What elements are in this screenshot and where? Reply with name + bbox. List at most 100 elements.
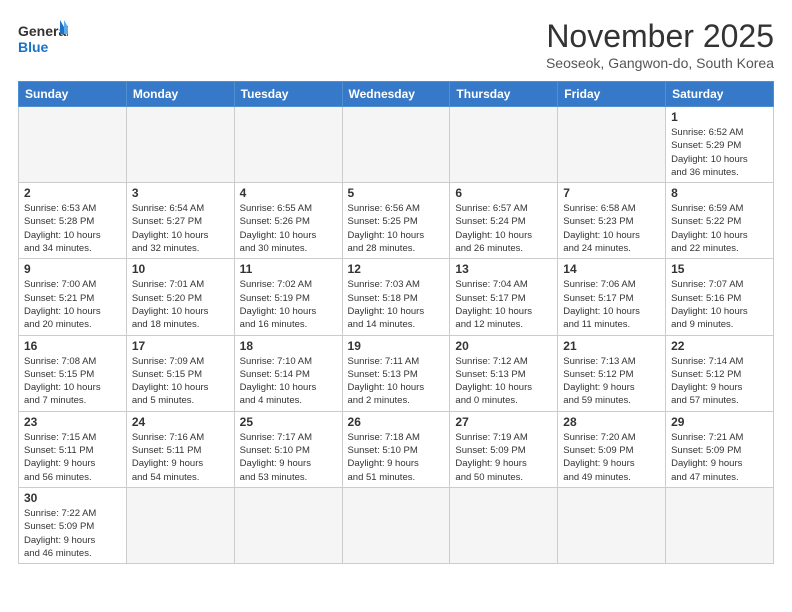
calendar-cell: 18Sunrise: 7:10 AM Sunset: 5:14 PM Dayli… bbox=[234, 335, 342, 411]
day-info: Sunrise: 6:52 AM Sunset: 5:29 PM Dayligh… bbox=[671, 126, 768, 179]
header: General Blue November 2025 Seoseok, Gang… bbox=[18, 18, 774, 71]
calendar-cell: 26 Sunrise: 7:18 AM Sunset: 5:10 PM Dayli… bbox=[342, 411, 450, 487]
calendar-cell: 30Sunrise: 7:22 AM Sunset: 5:09 PM Dayli… bbox=[19, 487, 127, 563]
calendar-header-monday: Monday bbox=[126, 82, 234, 107]
svg-text:Blue: Blue bbox=[18, 39, 49, 55]
logo-svg: General Blue bbox=[18, 18, 68, 60]
day-info: Sunrise: 6:59 AM Sunset: 5:22 PM Dayligh… bbox=[671, 202, 768, 255]
calendar-cell: 15 Sunrise: 7:07 AM Sunset: 5:16 PM Dayli… bbox=[666, 259, 774, 335]
calendar-cell bbox=[126, 487, 234, 563]
day-info: Sunrise: 7:07 AM Sunset: 5:16 PM Dayligh… bbox=[671, 278, 768, 331]
calendar-cell: 17Sunrise: 7:09 AM Sunset: 5:15 PM Dayli… bbox=[126, 335, 234, 411]
calendar-cell: 16Sunrise: 7:08 AM Sunset: 5:15 PM Dayli… bbox=[19, 335, 127, 411]
day-info: Sunrise: 7:08 AM Sunset: 5:15 PM Dayligh… bbox=[24, 355, 121, 408]
calendar-cell bbox=[126, 107, 234, 183]
calendar-cell: 10 Sunrise: 7:01 AM Sunset: 5:20 PM Dayli… bbox=[126, 259, 234, 335]
day-info: Sunrise: 6:54 AM Sunset: 5:27 PM Dayligh… bbox=[132, 202, 229, 255]
day-info: Sunrise: 7:16 AM Sunset: 5:11 PM Dayligh… bbox=[132, 431, 229, 484]
week-row-2: 2 Sunrise: 6:53 AM Sunset: 5:28 PM Daylig… bbox=[19, 183, 774, 259]
day-info: Sunrise: 7:13 AM Sunset: 5:12 PM Dayligh… bbox=[563, 355, 660, 408]
title-area: November 2025 Seoseok, Gangwon-do, South… bbox=[546, 18, 774, 71]
calendar-header-tuesday: Tuesday bbox=[234, 82, 342, 107]
day-info: Sunrise: 7:19 AM Sunset: 5:09 PM Dayligh… bbox=[455, 431, 552, 484]
calendar-cell: 4Sunrise: 6:55 AM Sunset: 5:26 PM Daylig… bbox=[234, 183, 342, 259]
logo: General Blue bbox=[18, 18, 68, 60]
day-number: 1 bbox=[671, 110, 768, 124]
calendar-cell: 6 Sunrise: 6:57 AM Sunset: 5:24 PM Daylig… bbox=[450, 183, 558, 259]
location: Seoseok, Gangwon-do, South Korea bbox=[546, 55, 774, 71]
day-number: 10 bbox=[132, 262, 229, 276]
day-info: Sunrise: 7:12 AM Sunset: 5:13 PM Dayligh… bbox=[455, 355, 552, 408]
calendar-cell: 29 Sunrise: 7:21 AM Sunset: 5:09 PM Dayli… bbox=[666, 411, 774, 487]
day-number: 14 bbox=[563, 262, 660, 276]
day-info: Sunrise: 7:21 AM Sunset: 5:09 PM Dayligh… bbox=[671, 431, 768, 484]
calendar-cell: 7Sunrise: 6:58 AM Sunset: 5:23 PM Daylig… bbox=[558, 183, 666, 259]
day-number: 15 bbox=[671, 262, 768, 276]
calendar-header-thursday: Thursday bbox=[450, 82, 558, 107]
calendar-header-row: SundayMondayTuesdayWednesdayThursdayFrid… bbox=[19, 82, 774, 107]
day-number: 29 bbox=[671, 415, 768, 429]
calendar-cell: 8 Sunrise: 6:59 AM Sunset: 5:22 PM Daylig… bbox=[666, 183, 774, 259]
calendar-cell: 9Sunrise: 7:00 AM Sunset: 5:21 PM Daylig… bbox=[19, 259, 127, 335]
week-row-4: 16Sunrise: 7:08 AM Sunset: 5:15 PM Dayli… bbox=[19, 335, 774, 411]
calendar-cell: 27 Sunrise: 7:19 AM Sunset: 5:09 PM Dayli… bbox=[450, 411, 558, 487]
calendar-header-saturday: Saturday bbox=[666, 82, 774, 107]
day-info: Sunrise: 7:18 AM Sunset: 5:10 PM Dayligh… bbox=[348, 431, 445, 484]
calendar-cell: 20Sunrise: 7:12 AM Sunset: 5:13 PM Dayli… bbox=[450, 335, 558, 411]
week-row-5: 23Sunrise: 7:15 AM Sunset: 5:11 PM Dayli… bbox=[19, 411, 774, 487]
calendar-cell bbox=[234, 487, 342, 563]
month-title: November 2025 bbox=[546, 18, 774, 55]
calendar-table: SundayMondayTuesdayWednesdayThursdayFrid… bbox=[18, 81, 774, 564]
calendar-cell bbox=[342, 107, 450, 183]
calendar-header-sunday: Sunday bbox=[19, 82, 127, 107]
calendar-cell bbox=[558, 487, 666, 563]
calendar-cell bbox=[666, 487, 774, 563]
calendar-cell: 25Sunrise: 7:17 AM Sunset: 5:10 PM Dayli… bbox=[234, 411, 342, 487]
day-number: 19 bbox=[348, 339, 445, 353]
calendar-cell: 19Sunrise: 7:11 AM Sunset: 5:13 PM Dayli… bbox=[342, 335, 450, 411]
calendar-cell bbox=[342, 487, 450, 563]
day-number: 13 bbox=[455, 262, 552, 276]
calendar-header-wednesday: Wednesday bbox=[342, 82, 450, 107]
day-info: Sunrise: 6:58 AM Sunset: 5:23 PM Dayligh… bbox=[563, 202, 660, 255]
day-info: Sunrise: 7:14 AM Sunset: 5:12 PM Dayligh… bbox=[671, 355, 768, 408]
calendar-cell: 1 Sunrise: 6:52 AM Sunset: 5:29 PM Daylig… bbox=[666, 107, 774, 183]
day-number: 9 bbox=[24, 262, 121, 276]
calendar-cell bbox=[234, 107, 342, 183]
calendar-cell: 3 Sunrise: 6:54 AM Sunset: 5:27 PM Daylig… bbox=[126, 183, 234, 259]
day-number: 5 bbox=[348, 186, 445, 200]
day-info: Sunrise: 7:22 AM Sunset: 5:09 PM Dayligh… bbox=[24, 507, 121, 560]
day-number: 26 bbox=[348, 415, 445, 429]
day-info: Sunrise: 7:01 AM Sunset: 5:20 PM Dayligh… bbox=[132, 278, 229, 331]
day-info: Sunrise: 7:04 AM Sunset: 5:17 PM Dayligh… bbox=[455, 278, 552, 331]
day-number: 2 bbox=[24, 186, 121, 200]
day-info: Sunrise: 6:56 AM Sunset: 5:25 PM Dayligh… bbox=[348, 202, 445, 255]
day-number: 17 bbox=[132, 339, 229, 353]
day-info: Sunrise: 6:57 AM Sunset: 5:24 PM Dayligh… bbox=[455, 202, 552, 255]
day-number: 21 bbox=[563, 339, 660, 353]
calendar-cell: 13 Sunrise: 7:04 AM Sunset: 5:17 PM Dayli… bbox=[450, 259, 558, 335]
calendar-cell: 24Sunrise: 7:16 AM Sunset: 5:11 PM Dayli… bbox=[126, 411, 234, 487]
day-number: 28 bbox=[563, 415, 660, 429]
day-number: 8 bbox=[671, 186, 768, 200]
calendar-cell: 5 Sunrise: 6:56 AM Sunset: 5:25 PM Daylig… bbox=[342, 183, 450, 259]
day-number: 11 bbox=[240, 262, 337, 276]
calendar-cell: 28Sunrise: 7:20 AM Sunset: 5:09 PM Dayli… bbox=[558, 411, 666, 487]
day-number: 6 bbox=[455, 186, 552, 200]
week-row-6: 30Sunrise: 7:22 AM Sunset: 5:09 PM Dayli… bbox=[19, 487, 774, 563]
day-info: Sunrise: 6:53 AM Sunset: 5:28 PM Dayligh… bbox=[24, 202, 121, 255]
day-number: 25 bbox=[240, 415, 337, 429]
calendar-header-friday: Friday bbox=[558, 82, 666, 107]
calendar-cell: 22 Sunrise: 7:14 AM Sunset: 5:12 PM Dayli… bbox=[666, 335, 774, 411]
day-number: 22 bbox=[671, 339, 768, 353]
day-number: 27 bbox=[455, 415, 552, 429]
calendar-cell: 12Sunrise: 7:03 AM Sunset: 5:18 PM Dayli… bbox=[342, 259, 450, 335]
calendar-cell: 21 Sunrise: 7:13 AM Sunset: 5:12 PM Dayli… bbox=[558, 335, 666, 411]
calendar-cell: 23Sunrise: 7:15 AM Sunset: 5:11 PM Dayli… bbox=[19, 411, 127, 487]
day-info: Sunrise: 7:02 AM Sunset: 5:19 PM Dayligh… bbox=[240, 278, 337, 331]
calendar-cell: 2 Sunrise: 6:53 AM Sunset: 5:28 PM Daylig… bbox=[19, 183, 127, 259]
week-row-1: 1 Sunrise: 6:52 AM Sunset: 5:29 PM Daylig… bbox=[19, 107, 774, 183]
calendar-cell bbox=[450, 487, 558, 563]
day-info: Sunrise: 7:03 AM Sunset: 5:18 PM Dayligh… bbox=[348, 278, 445, 331]
day-number: 3 bbox=[132, 186, 229, 200]
